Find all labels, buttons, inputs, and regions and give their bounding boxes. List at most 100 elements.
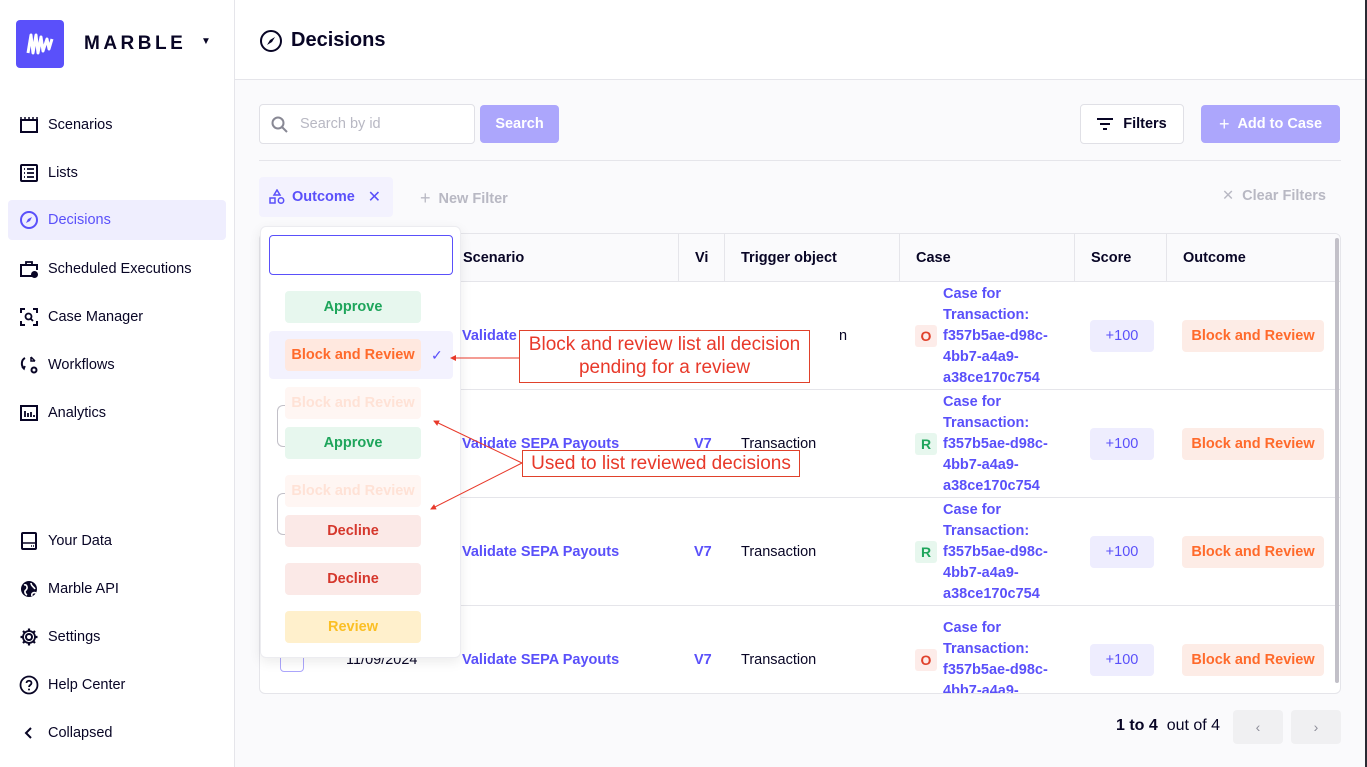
outcome-badge: Block and Review	[1182, 536, 1324, 568]
harddrive-icon	[18, 530, 40, 552]
column-header-scenario[interactable]: Scenario	[446, 234, 679, 282]
sidebar-item-decisions[interactable]: Decisions	[8, 200, 226, 240]
sidebar-item-label: Marble API	[48, 581, 119, 597]
scenario-link[interactable]: Validate SEPA Payouts	[462, 390, 619, 498]
option-approve[interactable]: Approve	[285, 291, 421, 323]
case-cell[interactable]: R Case for Transaction: f357b5ae-d98c-4bb…	[915, 390, 1053, 498]
filter-chip-outcome[interactable]: Outcome ✕	[259, 177, 393, 217]
score-badge: +100	[1090, 536, 1154, 568]
scenario-link[interactable]: Validate	[462, 282, 517, 390]
previous-page-button[interactable]: ‹	[1233, 710, 1283, 744]
scheduled-icon	[18, 258, 40, 280]
score-cell: +100	[1090, 498, 1154, 606]
outcome-badge: Block and Review	[1182, 644, 1324, 676]
column-header-score[interactable]: Score	[1074, 234, 1167, 282]
trigger-object: Transaction	[741, 544, 817, 560]
option-block-and-review[interactable]: Block and Review	[285, 339, 421, 371]
toolbar-divider	[259, 160, 1341, 161]
score-cell: +100	[1090, 282, 1154, 390]
scenario-link[interactable]: Validate SEPA Payouts	[462, 606, 619, 693]
globe-icon	[18, 578, 40, 600]
option-block-and-review-faded[interactable]: Block and Review	[285, 387, 421, 419]
sidebar-item-label: Scheduled Executions	[48, 261, 192, 277]
remove-filter-icon[interactable]: ✕	[368, 187, 381, 207]
sidebar-collapse-toggle[interactable]: Collapsed	[8, 713, 226, 753]
case-status-badge: R	[915, 541, 937, 563]
workflow-icon	[18, 354, 40, 376]
sidebar-item-label: Settings	[48, 629, 101, 645]
sidebar-item-label: Help Center	[48, 677, 126, 693]
sidebar-item-workflows[interactable]: Workflows	[8, 345, 226, 385]
table-scrollbar[interactable]	[1335, 238, 1339, 683]
outcome-filter-search-input[interactable]	[269, 235, 453, 275]
compass-icon	[260, 30, 282, 52]
new-filter-button[interactable]: + New Filter	[420, 188, 508, 209]
score-cell: +100	[1090, 606, 1154, 693]
sidebar-item-help-center[interactable]: Help Center	[8, 665, 226, 705]
case-link[interactable]: Case for Transaction: f357b5ae-d98c-4bb7…	[943, 392, 1053, 497]
column-header-outcome[interactable]: Outcome	[1166, 234, 1340, 282]
search-button[interactable]: Search	[480, 105, 559, 143]
option-block-and-review-faded[interactable]: Block and Review	[285, 475, 421, 507]
score-cell: +100	[1090, 390, 1154, 498]
option-decline[interactable]: Decline	[285, 563, 421, 595]
filters-button-label: Filters	[1123, 116, 1167, 132]
add-to-case-button[interactable]: + Add to Case	[1201, 105, 1340, 143]
search-input[interactable]	[300, 116, 460, 132]
version-link[interactable]: V7	[694, 390, 712, 498]
version-link[interactable]: V7	[694, 498, 712, 606]
outcome-badge: Block and Review	[1182, 320, 1324, 352]
column-header-version[interactable]: Vi	[678, 234, 724, 282]
case-link[interactable]: Case for Transaction: f357b5ae-d98c-4bb7…	[943, 618, 1053, 693]
case-cell[interactable]: O Case for Transaction: f357b5ae-d98c-4bb…	[915, 282, 1053, 390]
case-search-icon	[18, 306, 40, 328]
option-reviewed-decline[interactable]: Decline	[285, 515, 421, 547]
page-header: Decisions	[235, 0, 1367, 80]
sidebar-item-scenarios[interactable]: Scenarios	[8, 105, 226, 145]
clear-filters-label: Clear Filters	[1242, 188, 1326, 204]
search-field[interactable]	[259, 104, 475, 144]
option-reviewed-approve[interactable]: Approve	[285, 427, 421, 459]
score-badge: +100	[1090, 644, 1154, 676]
clear-filters-button[interactable]: ✕ Clear Filters	[1222, 188, 1326, 204]
trigger-object: Transaction	[741, 436, 817, 452]
sidebar-item-your-data[interactable]: Your Data	[8, 521, 226, 561]
option-review[interactable]: Review	[285, 611, 421, 643]
clapperboard-icon	[18, 114, 40, 136]
marble-logo[interactable]	[16, 20, 64, 68]
list-icon	[18, 162, 40, 184]
case-cell[interactable]: O Case for Transaction: f357b5ae-d98c-4bb…	[915, 606, 1053, 693]
version-link[interactable]: V7	[694, 606, 712, 693]
caret-down-icon[interactable]: ▼	[201, 36, 211, 47]
brand-name[interactable]: MARBLE	[84, 33, 186, 55]
sidebar-item-settings[interactable]: Settings	[8, 617, 226, 657]
sidebar-item-case-manager[interactable]: Case Manager	[8, 297, 226, 337]
sidebar-item-analytics[interactable]: Analytics	[8, 393, 226, 433]
outcome-badge: Block and Review	[1182, 428, 1324, 460]
case-cell[interactable]: R Case for Transaction: f357b5ae-d98c-4bb…	[915, 498, 1053, 606]
sidebar-item-label: Case Manager	[48, 309, 144, 325]
sidebar-item-lists[interactable]: Lists	[8, 153, 226, 193]
sidebar-item-label: Decisions	[48, 212, 111, 228]
case-status-badge: R	[915, 433, 937, 455]
outcome-filter-dropdown: Approve Block and Review ✓ Block and Rev…	[260, 226, 461, 658]
sidebar-item-marble-api[interactable]: Marble API	[8, 569, 226, 609]
outcome-cell: Block and Review	[1182, 606, 1324, 693]
sidebar: MARBLE ▼ Scenarios Lists Decisions Sched…	[0, 0, 235, 767]
outcome-cell: Block and Review	[1182, 498, 1324, 606]
case-link[interactable]: Case for Transaction: f357b5ae-d98c-4bb7…	[943, 284, 1053, 389]
column-header-trigger-object[interactable]: Trigger object	[724, 234, 900, 282]
sidebar-item-label: Scenarios	[48, 117, 113, 133]
gear-icon	[18, 626, 40, 648]
next-page-button[interactable]: ›	[1291, 710, 1341, 744]
sidebar-item-scheduled-executions[interactable]: Scheduled Executions	[8, 249, 226, 289]
case-status-badge: O	[915, 649, 937, 671]
filter-chip-label: Outcome	[292, 189, 355, 205]
help-icon	[18, 674, 40, 696]
scenario-link[interactable]: Validate SEPA Payouts	[462, 498, 619, 606]
outcome-cell: Block and Review	[1182, 282, 1324, 390]
filters-button[interactable]: Filters	[1080, 104, 1184, 144]
compass-icon	[18, 209, 40, 231]
column-header-case[interactable]: Case	[899, 234, 1074, 282]
case-link[interactable]: Case for Transaction: f357b5ae-d98c-4bb7…	[943, 500, 1053, 605]
